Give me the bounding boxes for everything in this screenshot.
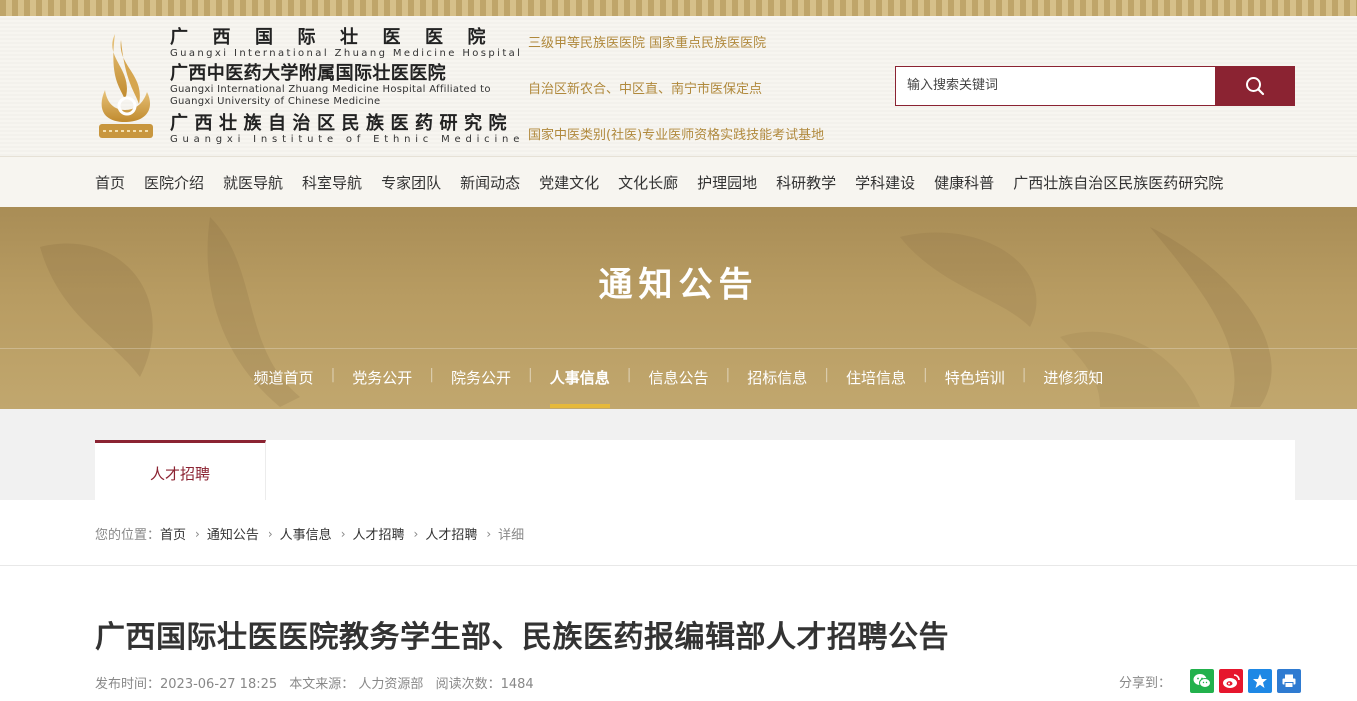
subnav-item[interactable]: 信息公告 bbox=[648, 367, 708, 388]
nav-item[interactable]: 护理园地 bbox=[697, 172, 757, 193]
page-title: 通知公告 bbox=[598, 265, 759, 305]
subnav-separator: | bbox=[1021, 367, 1027, 383]
subnav-item[interactable]: 进修须知 bbox=[1043, 367, 1103, 388]
subnav-separator: | bbox=[626, 367, 632, 383]
hospital-name-1: 广西国际壮医医院 Guangxi International Zhuang Me… bbox=[170, 27, 523, 60]
read-count: 阅读次数：1484 bbox=[435, 677, 534, 692]
hospital-name-en: Guangxi Institute of Ethnic Medicine bbox=[170, 134, 525, 145]
subnav-separator: | bbox=[725, 367, 731, 383]
nav-item[interactable]: 新闻动态 bbox=[460, 172, 520, 193]
qzone-icon bbox=[1253, 674, 1268, 688]
nav-item[interactable]: 文化长廊 bbox=[618, 172, 678, 193]
nav-item[interactable]: 学科建设 bbox=[855, 172, 915, 193]
subnav-item[interactable]: 特色培训 bbox=[945, 367, 1005, 388]
nav-item[interactable]: 科室导航 bbox=[302, 172, 362, 193]
article-title: 广西国际壮医医院教务学生部、民族医药报编辑部人才招聘公告 bbox=[95, 620, 949, 655]
share-wechat-button[interactable] bbox=[1190, 669, 1215, 693]
hospital-tag: 自治区新农合、中区直、南宁市医保定点 bbox=[528, 82, 763, 97]
chevron-right-icon: › bbox=[340, 526, 346, 541]
hospital-name-cn: 广西国际壮医医院 bbox=[170, 27, 510, 48]
nav-item[interactable]: 医院介绍 bbox=[144, 172, 204, 193]
breadcrumb-link[interactable]: 人才招聘 bbox=[353, 524, 405, 543]
share-label: 分享到： bbox=[1119, 675, 1172, 691]
weibo-icon bbox=[1223, 674, 1240, 688]
nav-item[interactable]: 科研教学 bbox=[776, 172, 836, 193]
hospital-name-en: Guangxi International Zhuang Medicine Ho… bbox=[170, 48, 523, 59]
nav-item[interactable]: 党建文化 bbox=[539, 172, 599, 193]
search-button[interactable] bbox=[1215, 66, 1295, 106]
breadcrumb-link[interactable]: 首页 bbox=[160, 524, 186, 543]
hospital-logo-icon[interactable] bbox=[95, 30, 157, 142]
share-print-button[interactable] bbox=[1277, 669, 1302, 693]
subnav-item[interactable]: 频道首页 bbox=[254, 367, 314, 388]
hospital-name-cn: 广西壮族自治区民族医药研究院 bbox=[170, 113, 513, 134]
nav-item[interactable]: 广西壮族自治区民族医药研究院 bbox=[1013, 172, 1223, 193]
chevron-right-icon: › bbox=[195, 526, 200, 541]
breadcrumb-link[interactable]: 通知公告 bbox=[207, 524, 259, 543]
breadcrumb: 您的位置： 首页 › 通知公告 › 人事信息 › 人才招聘 › 人才招聘 › 详… bbox=[95, 524, 525, 544]
share-weibo-button[interactable] bbox=[1219, 669, 1244, 693]
hospital-name-en: Guangxi University of Chinese Medicine bbox=[170, 96, 381, 107]
section-subnav: 频道首页 | 党务公开 | 院务公开 | 人事信息 | 信息公告 | 招标信息 … bbox=[0, 367, 1357, 408]
section-banner: 通知公告 频道首页 | 党务公开 | 院务公开 | 人事信息 | 信息公告 | … bbox=[0, 207, 1357, 409]
hospital-name-2: 广西中医药大学附属国际壮医医院 Guangxi International Zh… bbox=[170, 64, 502, 108]
hospital-tag: 国家中医类别(社医)专业医师资格实践技能考试基地 bbox=[528, 128, 825, 143]
chevron-right-icon: › bbox=[267, 526, 273, 541]
main-navigation: 首页 医院介绍 就医导航 科室导航 专家团队 新闻动态 党建文化 文化长廊 护理… bbox=[0, 157, 1357, 207]
chevron-right-icon: › bbox=[413, 526, 419, 541]
article-meta: 发布时间：2023-06-27 18:25 本文来源： 人力资源部 阅读次数：1… bbox=[95, 673, 542, 692]
site-header: 广西国际壮医医院 Guangxi International Zhuang Me… bbox=[0, 16, 1357, 157]
nav-item[interactable]: 健康科普 bbox=[934, 172, 994, 193]
subnav-item[interactable]: 招标信息 bbox=[747, 367, 807, 388]
print-icon bbox=[1282, 674, 1296, 688]
top-decorative-band bbox=[0, 0, 1357, 16]
subnav-item[interactable]: 住培信息 bbox=[846, 367, 906, 388]
publish-time: 发布时间：2023-06-27 18:25 bbox=[95, 677, 278, 692]
breadcrumb-label: 您的位置： bbox=[95, 528, 161, 543]
tab-band: 人才招聘 bbox=[0, 409, 1357, 500]
share-qzone-button[interactable] bbox=[1248, 669, 1273, 693]
breadcrumb-link[interactable]: 人才招聘 bbox=[425, 524, 477, 543]
subnav-item[interactable]: 党务公开 bbox=[352, 367, 412, 388]
subnav-separator: | bbox=[922, 367, 928, 383]
nav-item[interactable]: 首页 bbox=[95, 172, 125, 193]
chevron-right-icon: › bbox=[486, 526, 492, 541]
breadcrumb-current: 详细 bbox=[498, 528, 525, 543]
wechat-icon bbox=[1193, 674, 1212, 688]
article-source: 本文来源： 人力资源部 bbox=[289, 677, 424, 692]
subnav-divider bbox=[0, 348, 1357, 349]
breadcrumb-link[interactable]: 人事信息 bbox=[280, 524, 332, 543]
hospital-tag: 三级甲等民族医医院 国家重点民族医医院 bbox=[528, 36, 767, 51]
subnav-separator: | bbox=[528, 367, 533, 383]
search-icon bbox=[1246, 77, 1265, 96]
subnav-item-active[interactable]: 人事信息 bbox=[549, 367, 610, 408]
subnav-item[interactable]: 院务公开 bbox=[451, 367, 511, 388]
hospital-name-en: Guangxi International Zhuang Medicine Ho… bbox=[170, 84, 491, 95]
subnav-separator: | bbox=[429, 367, 435, 383]
content-divider bbox=[0, 565, 1357, 566]
share-bar: 分享到： bbox=[1119, 669, 1302, 693]
subnav-separator: | bbox=[824, 367, 829, 383]
tab-bar: 人才招聘 bbox=[95, 440, 1295, 500]
search-input[interactable]: 输入搜索关键词 bbox=[895, 66, 1216, 106]
hospital-name-cn: 广西中医药大学附属国际壮医医院 bbox=[170, 63, 446, 84]
subnav-separator: | bbox=[330, 367, 336, 383]
nav-item[interactable]: 就医导航 bbox=[223, 172, 283, 193]
tab-talent-recruitment[interactable]: 人才招聘 bbox=[95, 440, 266, 500]
nav-item[interactable]: 专家团队 bbox=[381, 172, 441, 193]
hospital-name-3: 广西壮族自治区民族医药研究院 Guangxi Institute of Ethn… bbox=[170, 113, 525, 146]
